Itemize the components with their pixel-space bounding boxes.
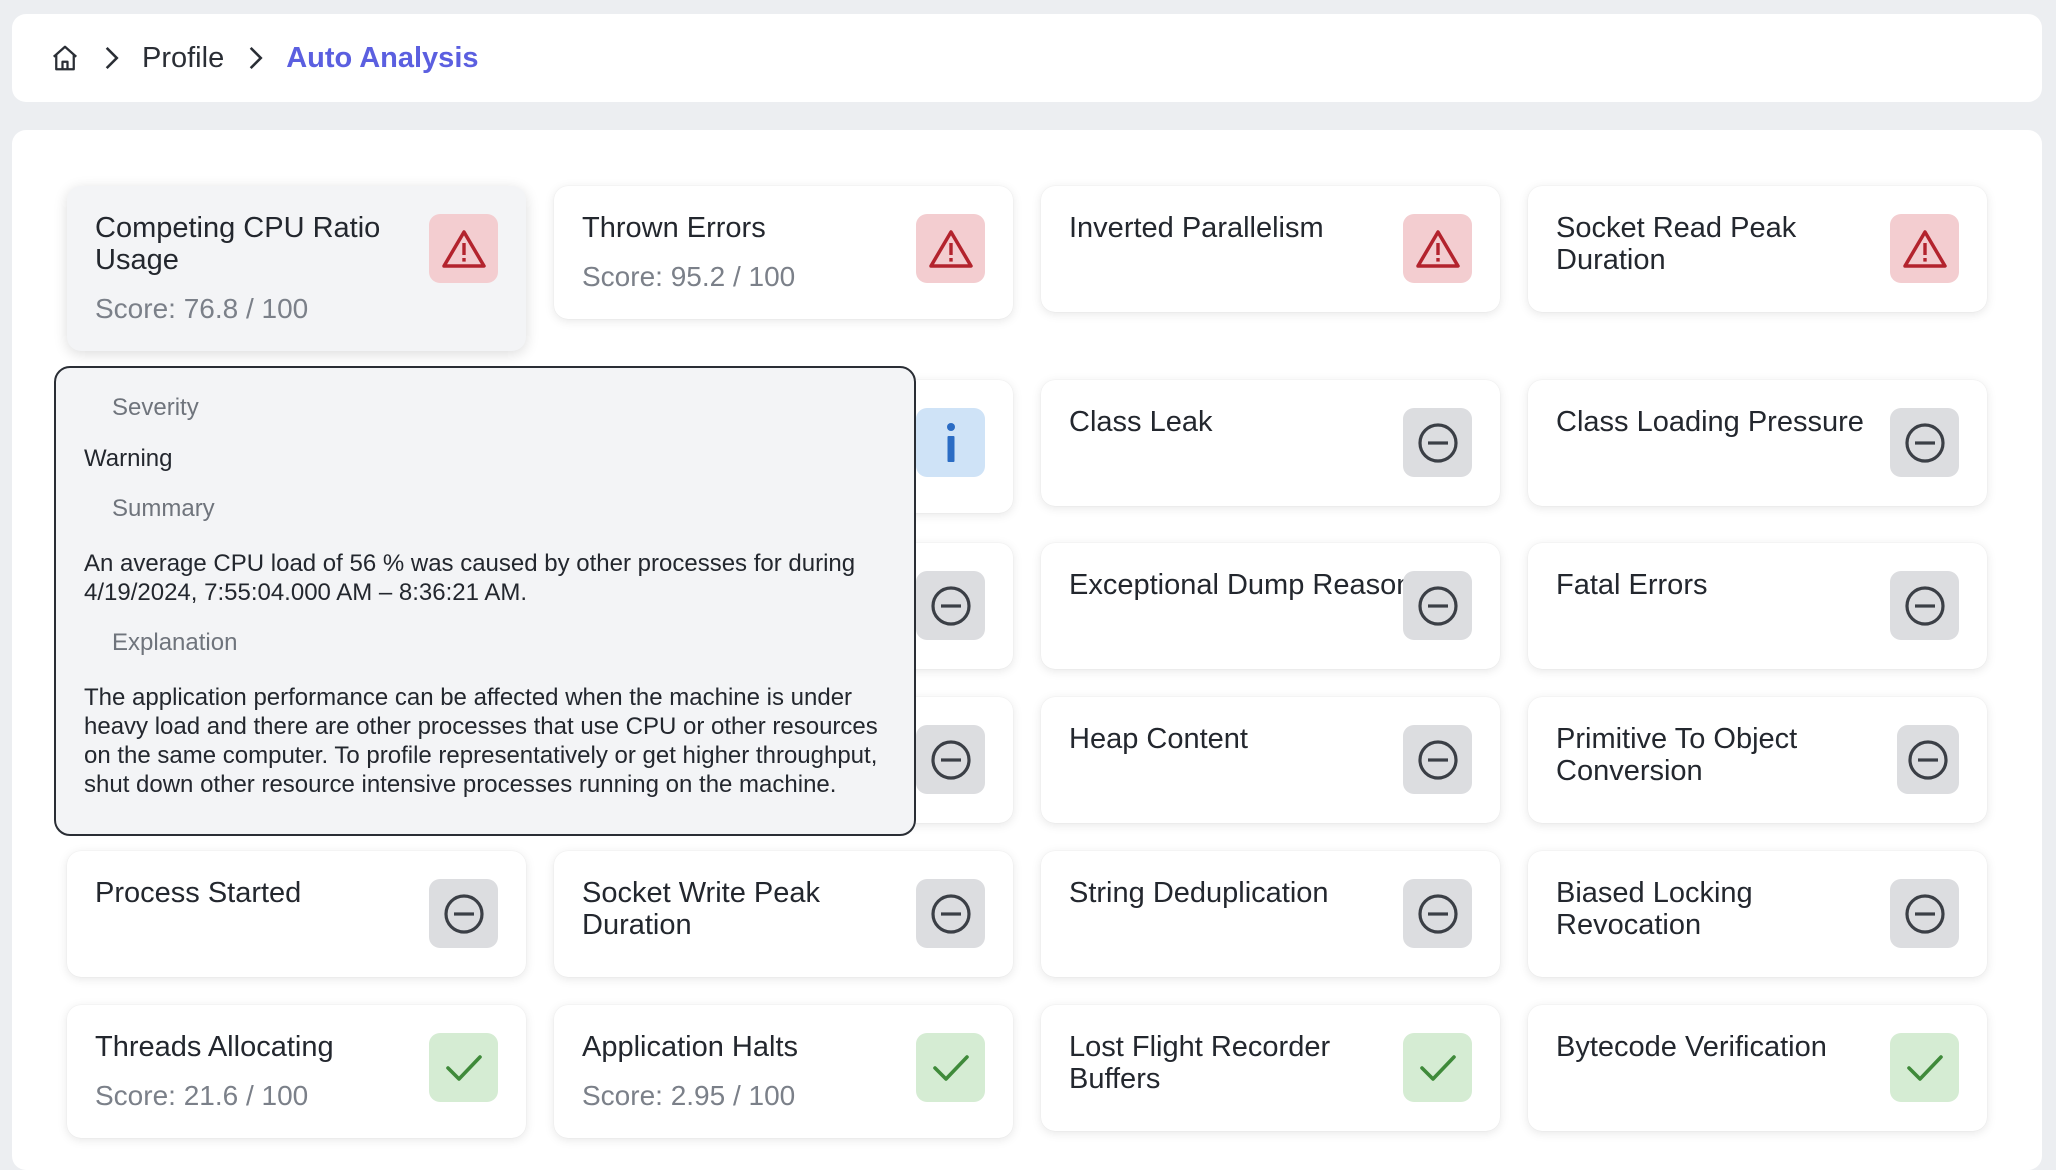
card-title: Primitive To Object Conversion bbox=[1556, 723, 1798, 787]
warning-triangle-icon bbox=[916, 214, 985, 283]
card-title: Inverted Parallelism bbox=[1069, 212, 1324, 244]
card-title: Fatal Errors bbox=[1556, 569, 1708, 601]
minus-circle-icon bbox=[1890, 879, 1959, 948]
minus-circle-icon bbox=[916, 879, 985, 948]
result-card[interactable]: Thrown Errors Score: 95.2 / 100 bbox=[554, 186, 1013, 319]
result-card[interactable]: Threads Allocating Score: 21.6 / 100 bbox=[67, 1005, 526, 1138]
check-icon bbox=[1890, 1033, 1959, 1102]
minus-circle-icon bbox=[1403, 879, 1472, 948]
card-title: Heap Content bbox=[1069, 723, 1248, 755]
chevron-right-icon bbox=[102, 45, 120, 71]
card-title: Class Loading Pressure bbox=[1556, 406, 1864, 438]
card-title: Application Halts bbox=[582, 1031, 798, 1063]
result-card[interactable]: Primitive To Object Conversion bbox=[1528, 697, 1987, 823]
result-card[interactable]: Socket Write Peak Duration bbox=[554, 851, 1013, 977]
chevron-right-icon bbox=[246, 45, 264, 71]
result-tooltip: Severity Warning Summary An average CPU … bbox=[54, 366, 916, 836]
warning-triangle-icon bbox=[429, 214, 498, 283]
card-score: Score: 76.8 / 100 bbox=[95, 293, 309, 324]
breadcrumb: Profile Auto Analysis bbox=[12, 14, 2042, 102]
card-title: Threads Allocating bbox=[95, 1031, 334, 1063]
result-card[interactable]: Inverted Parallelism bbox=[1041, 186, 1500, 312]
severity-label: Severity bbox=[112, 394, 199, 421]
summary-text: An average CPU load of 56 % was caused b… bbox=[84, 550, 856, 606]
result-card[interactable]: Application Halts Score: 2.95 / 100 bbox=[554, 1005, 1013, 1138]
card-score: Score: 2.95 / 100 bbox=[582, 1080, 796, 1111]
card-title: Competing CPU Ratio Usage bbox=[95, 212, 381, 276]
card-score: Score: 21.6 / 100 bbox=[95, 1080, 309, 1111]
check-icon bbox=[429, 1033, 498, 1102]
card-title: Thrown Errors bbox=[582, 212, 766, 244]
explanation-label: Explanation bbox=[112, 629, 238, 656]
minus-circle-icon bbox=[1403, 725, 1472, 794]
result-card[interactable]: Exceptional Dump Reason bbox=[1041, 543, 1500, 669]
card-title: Exceptional Dump Reason bbox=[1069, 569, 1413, 601]
result-card[interactable]: Process Started bbox=[67, 851, 526, 977]
summary-label: Summary bbox=[112, 495, 215, 522]
check-icon bbox=[1403, 1033, 1472, 1102]
minus-circle-icon bbox=[1403, 408, 1472, 477]
home-icon[interactable] bbox=[50, 43, 80, 73]
minus-circle-icon bbox=[429, 879, 498, 948]
result-card[interactable]: Lost Flight Recorder Buffers bbox=[1041, 1005, 1500, 1131]
card-title: Lost Flight Recorder Buffers bbox=[1069, 1031, 1331, 1095]
minus-circle-icon bbox=[916, 725, 985, 794]
warning-triangle-icon bbox=[1403, 214, 1472, 283]
result-card[interactable]: Bytecode Verification bbox=[1528, 1005, 1987, 1131]
result-card[interactable]: Socket Read Peak Duration bbox=[1528, 186, 1987, 312]
result-card[interactable]: Fatal Errors bbox=[1528, 543, 1987, 669]
minus-circle-icon bbox=[1890, 571, 1959, 640]
card-title: Process Started bbox=[95, 877, 302, 909]
breadcrumb-auto-analysis: Auto Analysis bbox=[286, 41, 479, 74]
severity-value: Warning bbox=[84, 445, 173, 472]
explanation-text: The application performance can be affec… bbox=[84, 684, 878, 798]
minus-circle-icon bbox=[1890, 408, 1959, 477]
result-card[interactable]: Biased Locking Revocation bbox=[1528, 851, 1987, 977]
check-icon bbox=[916, 1033, 985, 1102]
breadcrumb-profile[interactable]: Profile bbox=[142, 42, 224, 75]
card-title: Socket Write Peak Duration bbox=[582, 877, 821, 941]
card-title: Bytecode Verification bbox=[1556, 1031, 1827, 1063]
warning-triangle-icon bbox=[1890, 214, 1959, 283]
minus-circle-icon bbox=[1403, 571, 1472, 640]
card-title: Class Leak bbox=[1069, 406, 1213, 438]
card-title: Biased Locking Revocation bbox=[1556, 877, 1753, 941]
result-card[interactable]: Competing CPU Ratio Usage Score: 76.8 / … bbox=[67, 186, 526, 351]
card-title: String Deduplication bbox=[1069, 877, 1329, 909]
card-score: Score: 95.2 / 100 bbox=[582, 261, 796, 292]
result-card[interactable]: Class Leak bbox=[1041, 380, 1500, 506]
minus-circle-icon bbox=[1897, 725, 1959, 794]
info-icon bbox=[916, 408, 985, 477]
minus-circle-icon bbox=[916, 571, 985, 640]
card-title: Socket Read Peak Duration bbox=[1556, 212, 1797, 276]
result-card[interactable]: Class Loading Pressure bbox=[1528, 380, 1987, 506]
result-card[interactable]: String Deduplication bbox=[1041, 851, 1500, 977]
result-card[interactable]: Heap Content bbox=[1041, 697, 1500, 823]
